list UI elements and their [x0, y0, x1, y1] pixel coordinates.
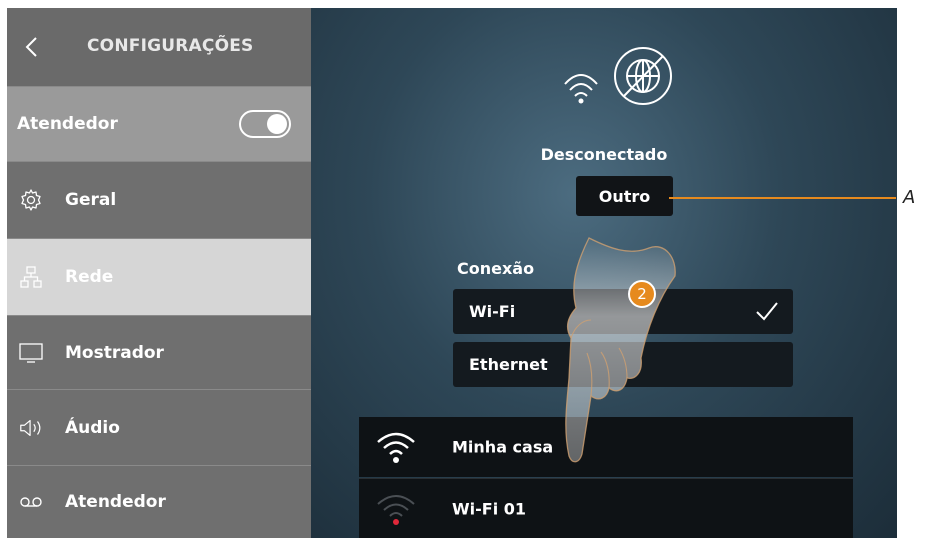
network-panel: Desconectado Outro Conexão Wi-Fi Etherne…: [311, 8, 897, 538]
network-name: Wi-Fi 01: [452, 499, 527, 518]
check-icon: [756, 302, 778, 321]
connection-status: Desconectado: [540, 145, 668, 164]
sidebar-title: CONFIGURAÇÕES: [87, 36, 254, 56]
sidebar-item-label: Mostrador: [65, 342, 164, 363]
ethernet-option[interactable]: Ethernet: [453, 342, 793, 387]
connection-label: Conexão: [457, 259, 535, 278]
sidebar-header: CONFIGURAÇÕES: [7, 8, 311, 86]
sidebar-item-label: Áudio: [65, 417, 120, 438]
network-icon: [18, 264, 44, 290]
other-button[interactable]: Outro: [576, 176, 673, 216]
wifi-disconnected-icon: [564, 47, 672, 105]
intercom-screen: CONFIGURAÇÕES Atendedor Geral Rede Mostr…: [7, 8, 897, 538]
sidebar-item-label: Rede: [65, 267, 114, 287]
sidebar-item-atendedor[interactable]: Atendedor: [7, 465, 311, 538]
network-name: Minha casa: [452, 437, 554, 457]
callout-label: A: [903, 187, 916, 208]
sidebar-item-attendant-toggle[interactable]: Atendedor: [7, 86, 311, 161]
wifi-option-label: Wi-Fi: [469, 302, 516, 321]
wifi-option[interactable]: Wi-Fi: [453, 289, 793, 334]
sidebar-item-geral[interactable]: Geral: [7, 161, 311, 238]
attendant-toggle[interactable]: [239, 110, 291, 138]
network-list-item[interactable]: Wi-Fi 01: [359, 478, 853, 538]
sidebar-item-mostrador[interactable]: Mostrador: [7, 315, 311, 389]
network-list-item[interactable]: Minha casa: [359, 417, 853, 477]
callout-line: [669, 197, 896, 199]
sidebar-item-rede[interactable]: Rede: [7, 238, 311, 315]
sidebar-item-label: Atendedor: [17, 114, 118, 134]
sidebar-item-label: Atendedor: [65, 492, 166, 512]
wifi-weak-signal-icon: [377, 495, 415, 525]
monitor-icon: [18, 340, 44, 366]
speaker-icon: [18, 415, 44, 441]
ethernet-option-label: Ethernet: [469, 355, 548, 374]
sidebar-item-audio[interactable]: Áudio: [7, 389, 311, 465]
back-icon[interactable]: [21, 36, 43, 58]
toggle-knob: [267, 114, 287, 134]
settings-sidebar: CONFIGURAÇÕES Atendedor Geral Rede Mostr…: [7, 8, 311, 538]
voicemail-icon: [18, 489, 44, 515]
step-number-badge: 2: [628, 280, 656, 308]
wifi-signal-icon: [377, 432, 415, 463]
gear-icon: [18, 187, 44, 213]
sidebar-item-label: Geral: [65, 190, 117, 210]
